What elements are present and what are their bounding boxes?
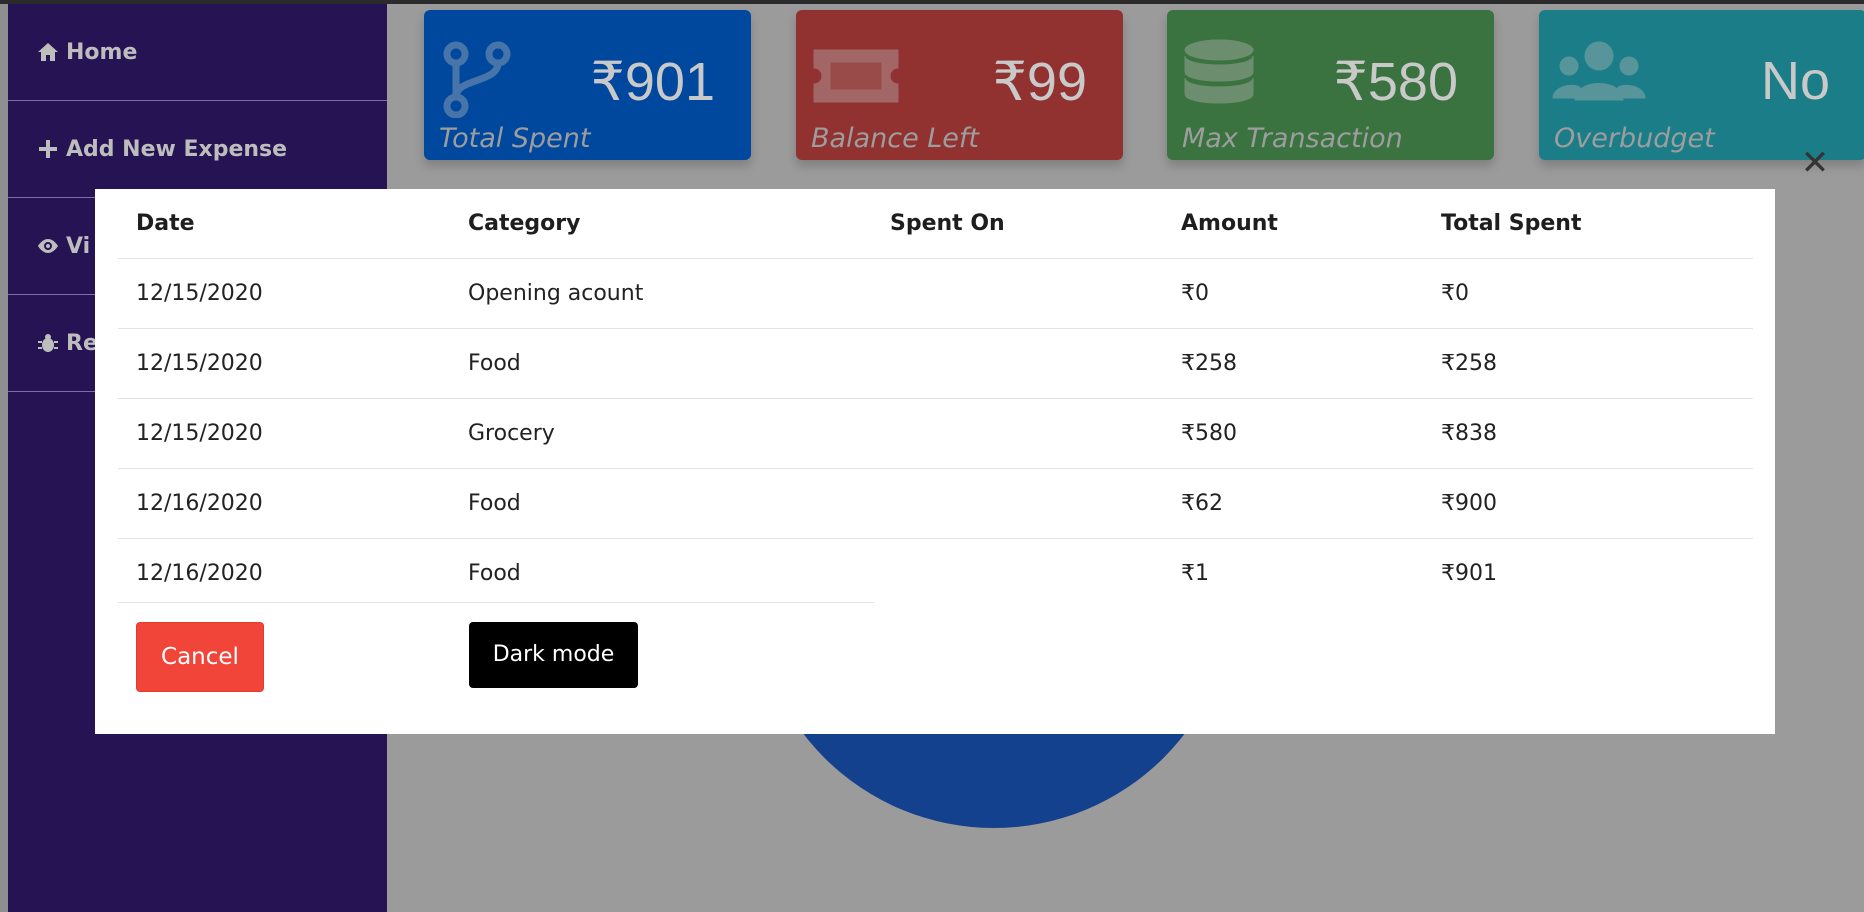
header-category: Category — [468, 211, 581, 236]
header-amount: Amount — [1181, 211, 1278, 236]
window-left-edge — [0, 4, 8, 912]
cell-amount: ₹258 — [1181, 351, 1237, 376]
cell-category: Food — [468, 351, 521, 376]
cell-amount: ₹62 — [1181, 491, 1223, 516]
sidebar-item-label: Home — [66, 39, 138, 65]
card-label: Total Spent — [439, 123, 591, 154]
header-spent-on: Spent On — [890, 211, 1005, 236]
cell-amount: ₹1 — [1181, 561, 1209, 586]
table-bottom-divider — [118, 602, 874, 603]
cell-category: Opening acount — [468, 281, 644, 306]
card-value: ₹901 — [590, 52, 715, 112]
expense-table: Date Category Spent On Amount Total Spen… — [118, 189, 1753, 608]
card-total-spent: ₹901 Total Spent — [424, 10, 751, 160]
table-header-row: Date Category Spent On Amount Total Spen… — [118, 189, 1753, 259]
dark-mode-button[interactable]: Dark mode — [469, 622, 638, 688]
users-icon — [1551, 38, 1647, 118]
cell-total-spent: ₹901 — [1441, 561, 1497, 586]
table-row: 12/15/2020 Food ₹258 ₹258 — [118, 329, 1753, 399]
cell-category: Grocery — [468, 421, 555, 446]
sidebar-item-label: Add New Expense — [66, 136, 288, 162]
cell-total-spent: ₹900 — [1441, 491, 1497, 516]
close-icon[interactable]: ✕ — [1798, 146, 1832, 180]
sidebar-item-home[interactable]: Home — [8, 4, 387, 101]
table-row: 12/16/2020 Food ₹1 ₹901 — [118, 539, 1753, 608]
cell-date: 12/15/2020 — [136, 351, 263, 376]
home-icon — [36, 40, 60, 64]
sidebar-item-label: Re — [66, 330, 98, 356]
database-icon — [1179, 38, 1275, 118]
cell-date: 12/15/2020 — [136, 421, 263, 446]
fork-icon — [436, 38, 532, 119]
cancel-button[interactable]: Cancel — [136, 622, 264, 692]
sidebar-item-label: Vi — [66, 233, 91, 259]
table-row: 12/16/2020 Food ₹62 ₹900 — [118, 469, 1753, 539]
card-value: No — [1760, 51, 1830, 111]
cell-total-spent: ₹258 — [1441, 351, 1497, 376]
cell-total-spent: ₹0 — [1441, 281, 1469, 306]
card-overbudget: No Overbudget — [1539, 10, 1864, 160]
table-row: 12/15/2020 Opening acount ₹0 ₹0 — [118, 259, 1753, 329]
ticket-icon — [808, 38, 904, 118]
card-label: Overbudget — [1554, 123, 1715, 154]
cell-amount: ₹0 — [1181, 281, 1209, 306]
bug-icon — [36, 331, 60, 355]
card-value: ₹99 — [992, 52, 1087, 112]
card-label: Balance Left — [811, 123, 980, 154]
card-max-transaction: ₹580 Max Transaction — [1167, 10, 1494, 160]
sidebar-item-add-expense[interactable]: Add New Expense — [8, 101, 387, 198]
table-row: 12/15/2020 Grocery ₹580 ₹838 — [118, 399, 1753, 469]
card-label: Max Transaction — [1182, 123, 1403, 154]
plus-icon — [36, 137, 60, 161]
header-date: Date — [136, 211, 195, 236]
card-balance-left: ₹99 Balance Left — [796, 10, 1123, 160]
expense-table-modal: Date Category Spent On Amount Total Spen… — [95, 189, 1775, 734]
cell-total-spent: ₹838 — [1441, 421, 1497, 446]
header-total-spent: Total Spent — [1441, 211, 1582, 236]
cell-date: 12/15/2020 — [136, 281, 263, 306]
cell-amount: ₹580 — [1181, 421, 1237, 446]
cell-category: Food — [468, 561, 521, 586]
cell-date: 12/16/2020 — [136, 491, 263, 516]
cell-category: Food — [468, 491, 521, 516]
card-value: ₹580 — [1333, 52, 1458, 112]
eye-icon — [36, 234, 60, 258]
cell-date: 12/16/2020 — [136, 561, 263, 586]
